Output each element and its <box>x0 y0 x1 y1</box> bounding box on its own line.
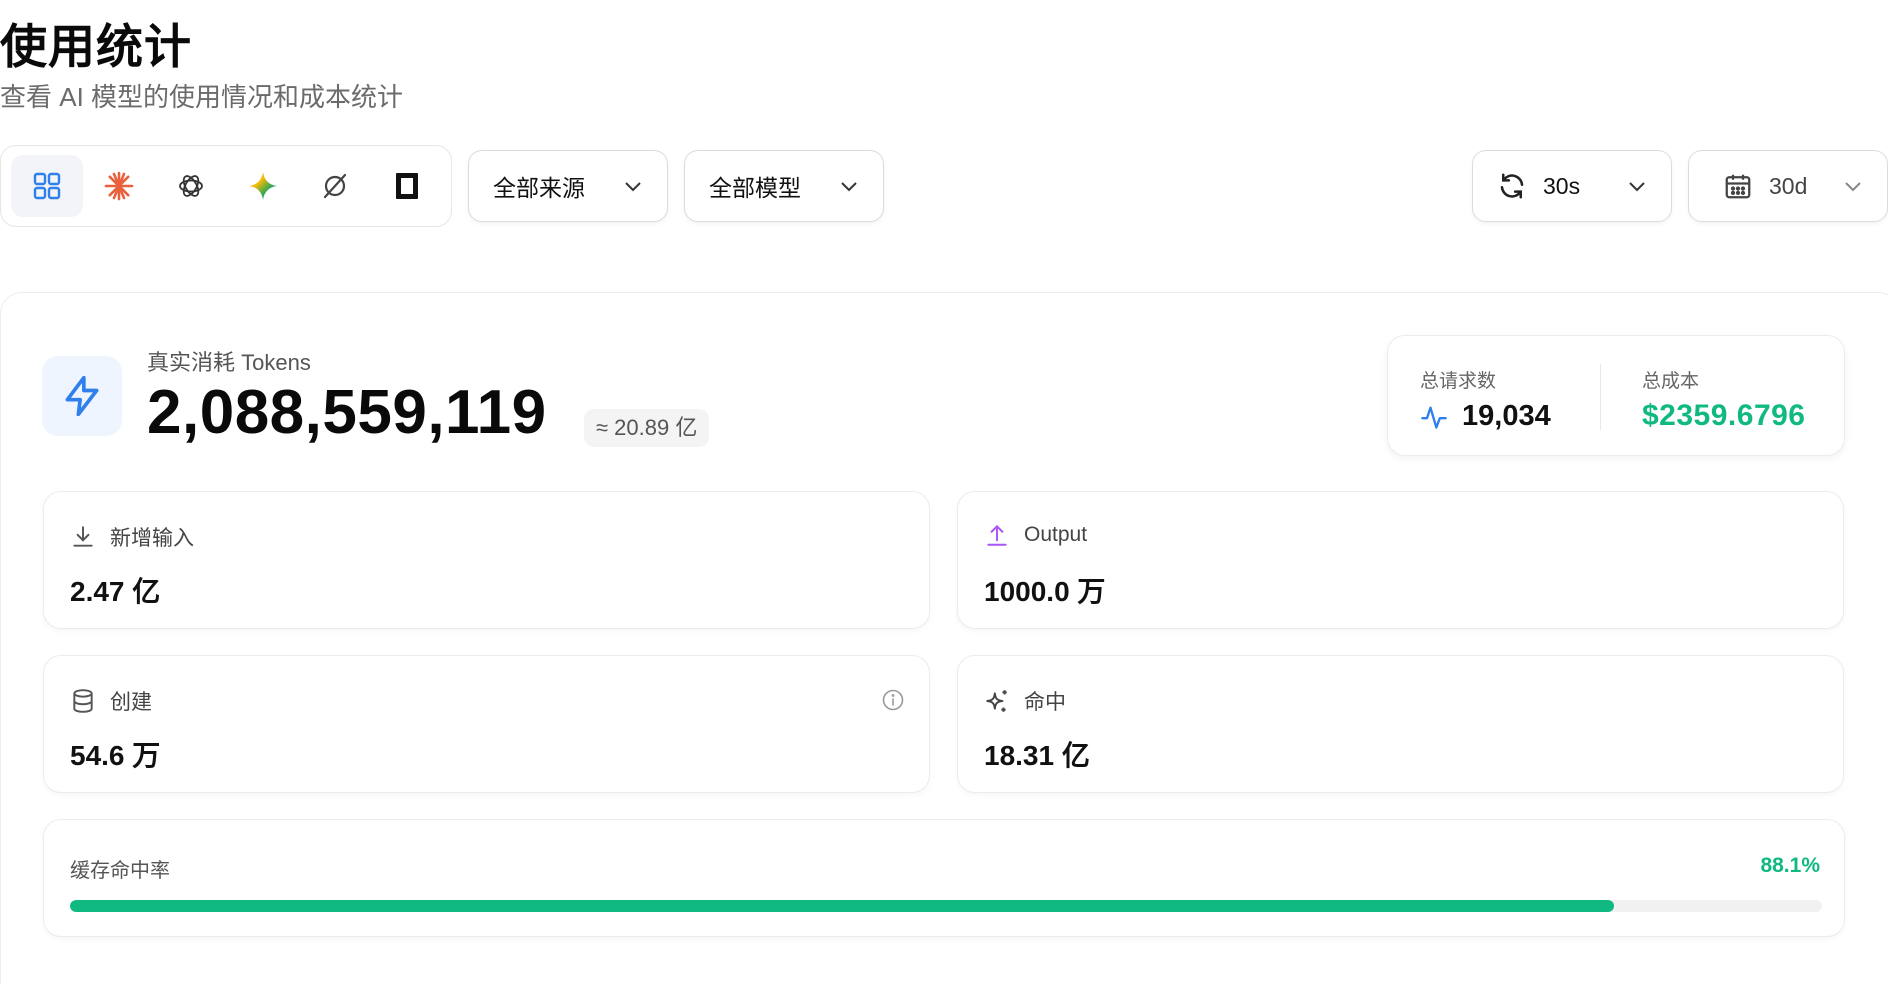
metric-card-create: 创建 54.6 万 <box>43 655 930 793</box>
calendar-icon <box>1725 174 1751 199</box>
download-icon <box>73 526 93 547</box>
page-subtitle: 查看 AI 模型的使用情况和成本统计 <box>0 82 404 112</box>
total-cost-label: 总成本 <box>1642 371 1700 392</box>
openai-icon <box>179 175 203 197</box>
source-select-label: 全部来源 <box>493 175 585 201</box>
provider-claude-button[interactable] <box>83 155 155 217</box>
metric-card-output: Output 1000.0 万 <box>957 491 1844 629</box>
metric-hit-value: 18.31 亿 <box>984 740 1090 771</box>
provider-openai-button[interactable] <box>155 155 227 217</box>
source-select[interactable]: 全部来源 <box>468 150 668 222</box>
tokens-icon-box <box>42 356 122 436</box>
total-requests-label: 总请求数 <box>1420 371 1497 392</box>
gemini-icon <box>249 172 277 200</box>
date-range-select[interactable]: 30d <box>1688 150 1888 222</box>
total-requests: 19,034 <box>1420 400 1551 433</box>
cache-hit-rate-percent: 88.1% <box>1760 854 1820 877</box>
total-requests-value: 19,034 <box>1462 400 1551 432</box>
lightning-icon <box>65 375 99 417</box>
page-title: 使用统计 <box>0 20 192 73</box>
grid-icon <box>33 172 61 200</box>
refresh-interval-label: 30s <box>1543 172 1581 199</box>
metric-output-value: 1000.0 万 <box>984 576 1106 607</box>
cache-hit-rate-fill <box>70 900 1614 912</box>
provider-filter-bar <box>0 145 452 227</box>
cache-hit-rate-label: 缓存命中率 <box>70 860 170 882</box>
request-cost-summary: 总请求数 19,034 总成本 $2359.6796 <box>1387 335 1845 456</box>
cache-hit-rate-track <box>70 900 1822 912</box>
chevron-down-icon <box>841 182 857 192</box>
metric-card-hit: 命中 18.31 亿 <box>957 655 1844 793</box>
claude-icon <box>104 171 134 201</box>
chevron-down-icon <box>1629 182 1645 192</box>
provider-ring-button[interactable] <box>299 155 371 217</box>
provider-all-button[interactable] <box>11 155 83 217</box>
model-select[interactable]: 全部模型 <box>684 150 884 222</box>
provider-square-button[interactable] <box>371 155 443 217</box>
metric-create-label: 创建 <box>110 691 152 714</box>
chevron-down-icon <box>625 182 641 192</box>
metric-input-label: 新增输入 <box>110 527 194 550</box>
date-range-label: 30d <box>1769 172 1808 199</box>
upload-icon <box>987 524 1007 546</box>
tokens-value: 2,088,559,119 <box>147 378 547 447</box>
sparkles-icon <box>986 690 1007 712</box>
activity-icon <box>1421 406 1447 429</box>
metric-output-label: Output <box>1024 523 1088 546</box>
model-ring-icon <box>323 173 347 199</box>
refresh-icon <box>1500 173 1524 199</box>
square-model-icon <box>396 173 418 199</box>
metric-hit-label: 命中 <box>1024 691 1066 714</box>
refresh-interval-select[interactable]: 30s <box>1472 150 1672 222</box>
tokens-label: 真实消耗 Tokens <box>147 350 311 375</box>
database-icon <box>73 689 93 713</box>
metric-card-input: 新增输入 2.47 亿 <box>43 491 930 629</box>
provider-gemini-button[interactable] <box>227 155 299 217</box>
chevron-down-icon <box>1845 182 1861 192</box>
info-icon[interactable] <box>881 688 905 712</box>
model-select-label: 全部模型 <box>709 175 801 201</box>
metric-input-value: 2.47 亿 <box>70 576 161 607</box>
total-cost-value: $2359.6796 <box>1642 399 1806 432</box>
divider <box>1600 364 1601 430</box>
tokens-approx-badge: ≈ 20.89 亿 <box>584 409 710 447</box>
metric-create-value: 54.6 万 <box>70 740 161 771</box>
cache-hit-rate-card: 缓存命中率 88.1% <box>43 819 1845 937</box>
